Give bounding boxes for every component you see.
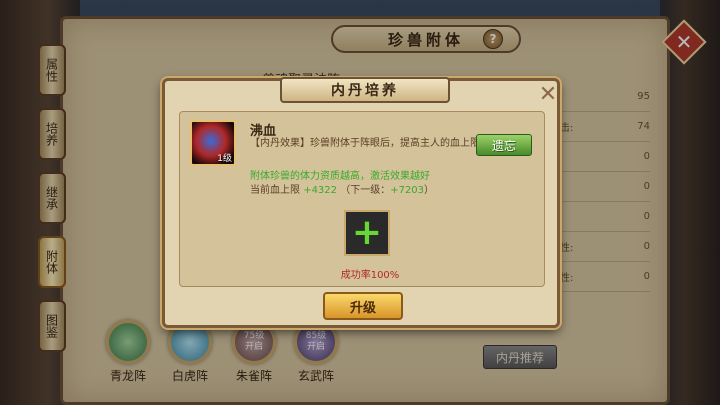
- forget-button[interactable]: 遗忘: [476, 134, 532, 156]
- dialog-close-button[interactable]: ✕: [537, 82, 559, 107]
- skill-note: 附体珍兽的体力资质越高，激活效果越好: [250, 171, 430, 182]
- dialog-title: 内丹培养: [280, 77, 450, 103]
- plus-icon: +: [351, 212, 383, 253]
- success-rate: 成功率100%: [340, 270, 400, 281]
- inner-core-cultivation-dialog: 内丹培养 ✕ 1级 沸血 【内丹效果】珍兽附体于阵眼后，提高主人的血上限。 附体…: [162, 77, 560, 328]
- skill-current-value: 当前血上限 +4322 （下一级：+7203）: [250, 185, 435, 196]
- skill-level-badge: 1级: [217, 154, 232, 164]
- add-material-slot[interactable]: +: [344, 210, 390, 256]
- skill-description: 【内丹效果】珍兽附体于阵眼后，提高主人的血上限。: [250, 138, 490, 149]
- dialog-content: 1级 沸血 【内丹效果】珍兽附体于阵眼后，提高主人的血上限。 附体珍兽的体力资质…: [179, 111, 545, 287]
- upgrade-button[interactable]: 升级: [323, 292, 403, 320]
- blood-boil-skill-icon[interactable]: 1级: [190, 120, 236, 166]
